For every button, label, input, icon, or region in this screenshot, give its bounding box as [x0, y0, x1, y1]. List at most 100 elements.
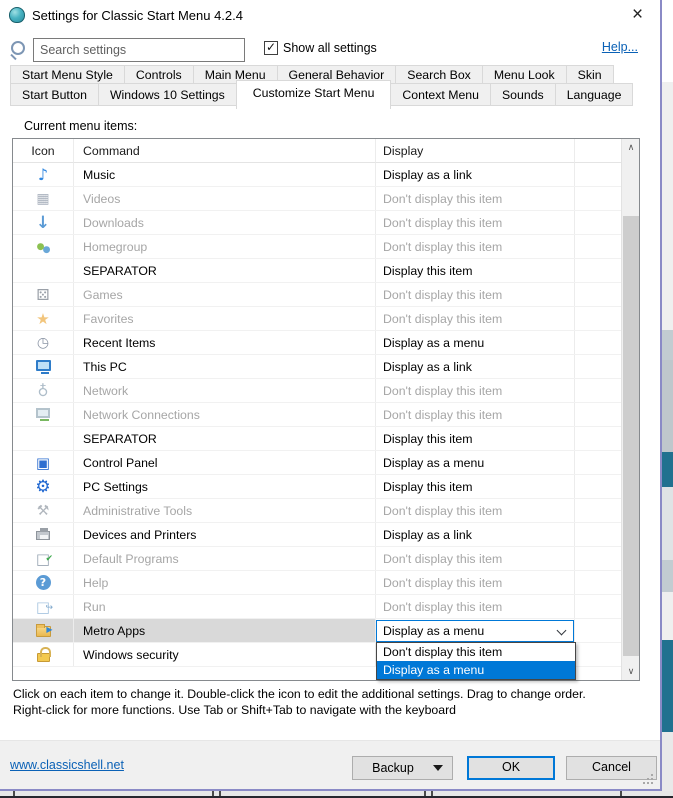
downloads-icon[interactable]: [34, 214, 52, 232]
menu-item-row-favorites[interactable]: Favorites Don't display this item: [13, 307, 639, 331]
display-value[interactable]: Don't display this item: [383, 552, 502, 566]
homegroup-icon[interactable]: [34, 238, 52, 256]
default-programs-icon[interactable]: [34, 550, 53, 568]
menu-item-row-recent-items[interactable]: Recent Items Display as a menu: [13, 331, 639, 355]
menu-item-row-network[interactable]: Network Don't display this item: [13, 379, 639, 403]
menu-item-row-control-panel[interactable]: Control Panel Display as a menu: [13, 451, 639, 475]
background-gridline: [431, 791, 433, 796]
menu-item-row-separator[interactable]: SEPARATOR Display this item: [13, 427, 639, 451]
display-value[interactable]: Don't display this item: [383, 504, 502, 518]
menu-item-row-run[interactable]: Run Don't display this item: [13, 595, 639, 619]
display-value[interactable]: Don't display this item: [383, 576, 502, 590]
display-value[interactable]: Don't display this item: [383, 312, 502, 326]
ok-button[interactable]: OK: [467, 756, 555, 780]
pc-settings-icon[interactable]: [34, 478, 52, 496]
display-combobox[interactable]: Display as a menu: [376, 620, 574, 642]
tab-search-box[interactable]: Search Box: [395, 65, 483, 84]
menu-item-row-default-programs[interactable]: Default Programs Don't display this item: [13, 547, 639, 571]
classicshell-link[interactable]: www.classicshell.net: [10, 758, 124, 772]
display-value[interactable]: Don't display this item: [383, 600, 502, 614]
display-value[interactable]: Display as a menu: [383, 456, 484, 470]
menu-item-row-pc-settings[interactable]: PC Settings Display this item: [13, 475, 639, 499]
tab-sounds[interactable]: Sounds: [489, 83, 556, 106]
network-icon[interactable]: [34, 382, 52, 400]
display-value[interactable]: Display this item: [383, 480, 473, 494]
this-pc-icon[interactable]: [35, 359, 51, 374]
background-gridline: [212, 791, 214, 796]
column-header-command: Command: [83, 143, 140, 158]
menu-item-row-network-connections[interactable]: Network Connections Don't display this it…: [13, 403, 639, 427]
help-icon[interactable]: [35, 575, 51, 590]
scrollbar-up-icon[interactable]: ∧: [622, 139, 640, 156]
settings-dialog: Settings for Classic Start Menu 4.2.4 × …: [0, 0, 662, 791]
display-value[interactable]: Don't display this item: [383, 384, 502, 398]
menu-item-row-homegroup[interactable]: Homegroup Don't display this item: [13, 235, 639, 259]
background-window-fragment: [662, 82, 673, 330]
show-all-settings-checkbox[interactable]: Show all settings: [264, 40, 377, 55]
menu-item-row-this-pc[interactable]: This PC Display as a link: [13, 355, 639, 379]
vertical-scrollbar[interactable]: ∧ ∨: [621, 139, 639, 680]
command-label: Control Panel: [83, 455, 158, 470]
menu-item-row-games[interactable]: Games Don't display this item: [13, 283, 639, 307]
menu-item-row-separator[interactable]: SEPARATOR Display this item: [13, 259, 639, 283]
menu-item-row-music[interactable]: Music Display as a link: [13, 163, 639, 187]
tab-context-menu[interactable]: Context Menu: [390, 83, 491, 106]
menu-item-row-devices-and-printers[interactable]: Devices and Printers Display as a link: [13, 523, 639, 547]
command-label: This PC: [83, 359, 127, 374]
display-value[interactable]: Don't display this item: [383, 192, 502, 206]
music-note-icon[interactable]: [34, 166, 52, 184]
tab-controls[interactable]: Controls: [123, 65, 194, 84]
display-value[interactable]: Don't display this item: [383, 240, 502, 254]
command-label: Metro Apps: [83, 623, 146, 638]
metro-apps-icon[interactable]: [35, 621, 53, 639]
display-value[interactable]: Don't display this item: [383, 288, 502, 302]
tab-customize-start-menu[interactable]: Customize Start Menu: [235, 80, 392, 109]
tab-language[interactable]: Language: [554, 83, 634, 106]
resize-grip[interactable]: [651, 774, 653, 776]
tab-windows-10-settings[interactable]: Windows 10 Settings: [97, 83, 237, 106]
scrollbar-down-icon[interactable]: ∨: [622, 663, 640, 680]
menu-item-row-downloads[interactable]: Downloads Don't display this item: [13, 211, 639, 235]
command-label: Windows security: [83, 647, 179, 662]
display-value[interactable]: Display as a menu: [383, 336, 484, 350]
menu-item-row-videos[interactable]: Videos Don't display this item: [13, 187, 639, 211]
tab-menu-look[interactable]: Menu Look: [481, 65, 567, 84]
display-value[interactable]: Display as a link: [383, 168, 472, 182]
devices-printers-icon[interactable]: [36, 528, 50, 540]
network-connections-icon[interactable]: [36, 408, 50, 421]
admin-tools-icon[interactable]: [34, 502, 52, 520]
control-panel-icon[interactable]: [34, 454, 52, 472]
videos-icon[interactable]: [34, 190, 52, 208]
cancel-button[interactable]: Cancel: [566, 756, 657, 780]
games-icon[interactable]: [34, 286, 52, 304]
display-value[interactable]: Display this item: [383, 432, 473, 446]
display-value[interactable]: Display this item: [383, 264, 473, 278]
menu-item-row-metro-apps[interactable]: Metro Apps Display as a menuDon't display…: [13, 619, 639, 680]
command-label: Default Programs: [83, 551, 179, 566]
chevron-down-icon: [556, 625, 567, 636]
favorites-icon[interactable]: [34, 310, 52, 328]
help-link[interactable]: Help...: [602, 40, 638, 54]
tab-start-menu-style[interactable]: Start Menu Style: [10, 65, 125, 84]
display-value[interactable]: Display as a link: [383, 360, 472, 374]
run-icon[interactable]: [34, 598, 53, 617]
menu-item-row-help[interactable]: Help Don't display this item: [13, 571, 639, 595]
display-value[interactable]: Don't display this item: [383, 216, 502, 230]
menu-item-row-administrative-tools[interactable]: Administrative Tools Don't display this i…: [13, 499, 639, 523]
command-label: SEPARATOR: [83, 263, 157, 278]
display-value[interactable]: Don't display this item: [383, 408, 502, 422]
tab-start-button[interactable]: Start Button: [10, 83, 99, 106]
scrollbar-thumb[interactable]: [623, 216, 639, 656]
backup-button[interactable]: Backup: [352, 756, 453, 780]
search-input[interactable]: [33, 38, 245, 62]
background-gridline: [620, 791, 622, 796]
dropdown-option-display-as-a-menu[interactable]: Display as a menu: [377, 661, 575, 679]
recent-items-icon[interactable]: [34, 334, 52, 352]
checkbox-checked-icon[interactable]: [264, 40, 278, 55]
windows-security-icon[interactable]: [36, 647, 51, 662]
display-value[interactable]: Display as a link: [383, 528, 472, 542]
tab-skin[interactable]: Skin: [565, 65, 614, 84]
background-gridline: [13, 791, 15, 796]
dropdown-option-don-t-display-this-item[interactable]: Don't display this item: [377, 643, 575, 661]
close-icon[interactable]: ×: [615, 1, 660, 30]
